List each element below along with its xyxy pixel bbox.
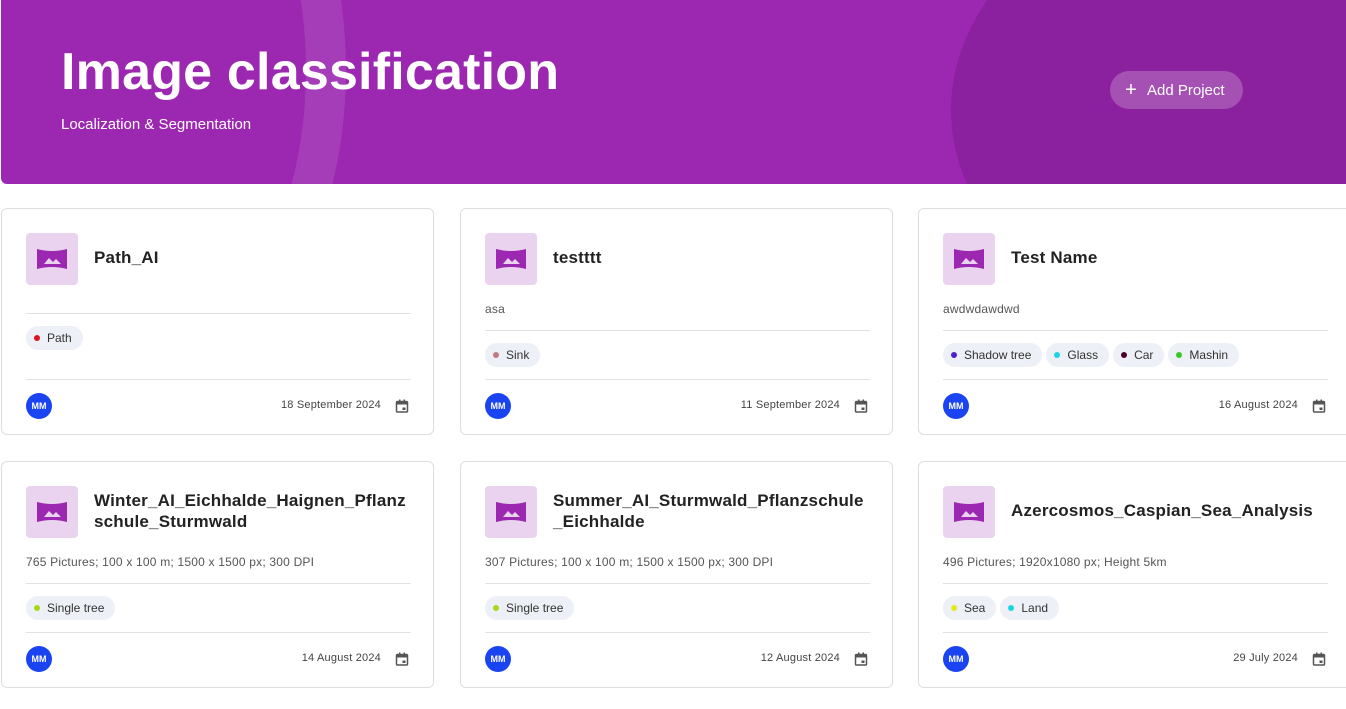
project-description: 765 Pictures; 100 x 100 m; 1500 x 1500 p… bbox=[26, 555, 315, 569]
calendar-icon[interactable] bbox=[395, 399, 409, 413]
tag-color-dot bbox=[493, 605, 499, 611]
calendar-icon[interactable] bbox=[1312, 399, 1326, 413]
project-title[interactable]: testttt bbox=[553, 247, 873, 268]
tag-label: Shadow tree bbox=[964, 348, 1032, 362]
add-project-button[interactable]: + Add Project bbox=[1110, 71, 1243, 109]
tag-chip[interactable]: Car bbox=[1113, 343, 1165, 367]
project-date: 14 August 2024 bbox=[301, 652, 381, 664]
project-card[interactable]: testttt asa Sink MM 11 September 2024 bbox=[460, 208, 893, 435]
project-date: 16 August 2024 bbox=[1218, 399, 1298, 411]
tag-color-dot bbox=[493, 352, 499, 358]
card-divider bbox=[943, 583, 1328, 584]
card-divider bbox=[26, 379, 411, 380]
tag-chip[interactable]: Land bbox=[1000, 596, 1060, 620]
calendar-icon[interactable] bbox=[854, 652, 868, 666]
avatar[interactable]: MM bbox=[26, 646, 52, 672]
image-icon bbox=[485, 486, 537, 538]
tag-color-dot bbox=[1054, 352, 1061, 358]
tag-color-dot bbox=[951, 352, 957, 358]
project-date: 29 July 2024 bbox=[1233, 652, 1298, 664]
project-description: awdwdawdwd bbox=[943, 302, 1020, 316]
project-card[interactable]: Summer_AI_Sturmwald_Pflanzschule_Eichhal… bbox=[460, 461, 893, 688]
card-divider bbox=[26, 583, 411, 584]
avatar[interactable]: MM bbox=[943, 393, 969, 419]
project-card[interactable]: Winter_AI_Eichhalde_Haignen_Pflanzschule… bbox=[1, 461, 434, 688]
project-date: 18 September 2024 bbox=[280, 399, 381, 411]
tag-label: Car bbox=[1134, 348, 1154, 362]
project-title[interactable]: Summer_AI_Sturmwald_Pflanzschule_Eichhal… bbox=[553, 490, 873, 532]
tag-color-dot bbox=[34, 605, 40, 611]
tag-label: Sea bbox=[964, 601, 986, 615]
tag-color-dot bbox=[1121, 352, 1128, 358]
tag-chip[interactable]: Shadow tree bbox=[943, 343, 1043, 367]
page-header: Image classification Localization & Segm… bbox=[1, 0, 1346, 184]
project-title[interactable]: Azercosmos_Caspian_Sea_Analysis bbox=[1011, 500, 1331, 521]
tag-label: Single tree bbox=[506, 601, 564, 615]
card-divider bbox=[943, 330, 1328, 331]
card-divider bbox=[485, 330, 870, 331]
project-title[interactable]: Path_AI bbox=[94, 247, 414, 268]
tag-label: Sink bbox=[506, 348, 530, 362]
calendar-icon[interactable] bbox=[854, 399, 868, 413]
card-divider bbox=[26, 632, 411, 633]
tag-label: Glass bbox=[1067, 348, 1099, 362]
avatar[interactable]: MM bbox=[943, 646, 969, 672]
plus-icon: + bbox=[1125, 79, 1137, 101]
tag-chip[interactable]: Path bbox=[26, 326, 83, 350]
tag-color-dot bbox=[34, 335, 40, 341]
card-divider bbox=[943, 632, 1328, 633]
tag-chip[interactable]: Sink bbox=[485, 343, 541, 367]
project-title[interactable]: Winter_AI_Eichhalde_Haignen_Pflanzschule… bbox=[94, 490, 414, 532]
tag-list: Sink bbox=[485, 343, 541, 367]
card-divider bbox=[485, 583, 870, 584]
tag-chip[interactable]: Single tree bbox=[485, 596, 575, 620]
tag-color-dot bbox=[951, 605, 957, 611]
tag-list: Path bbox=[26, 326, 83, 350]
tag-list: Sea Land bbox=[943, 596, 1060, 620]
card-divider bbox=[485, 379, 870, 380]
tag-chip[interactable]: Single tree bbox=[26, 596, 116, 620]
tag-label: Path bbox=[47, 331, 72, 345]
project-card[interactable]: Azercosmos_Caspian_Sea_Analysis 496 Pict… bbox=[918, 461, 1346, 688]
card-divider bbox=[943, 379, 1328, 380]
avatar[interactable]: MM bbox=[485, 646, 511, 672]
avatar[interactable]: MM bbox=[26, 393, 52, 419]
page-title: Image classification bbox=[61, 43, 560, 101]
project-description: 496 Pictures; 1920x1080 px; Height 5km bbox=[943, 555, 1167, 569]
page-subtitle: Localization & Segmentation bbox=[61, 116, 252, 133]
project-description: asa bbox=[485, 302, 505, 316]
image-icon bbox=[485, 233, 537, 285]
project-description: 307 Pictures; 100 x 100 m; 1500 x 1500 p… bbox=[485, 555, 774, 569]
tag-label: Mashin bbox=[1189, 348, 1229, 362]
project-date: 12 August 2024 bbox=[760, 652, 840, 664]
image-icon bbox=[26, 233, 78, 285]
card-divider bbox=[26, 313, 411, 314]
project-card[interactable]: Path_AI Path MM 18 September 2024 bbox=[1, 208, 434, 435]
card-divider bbox=[485, 632, 870, 633]
tag-label: Single tree bbox=[47, 601, 105, 615]
tag-chip[interactable]: Mashin bbox=[1168, 343, 1240, 367]
project-card[interactable]: Test Name awdwdawdwd Shadow tree Glass C… bbox=[918, 208, 1346, 435]
tag-list: Shadow tree Glass Car Mashin bbox=[943, 343, 1240, 367]
project-title[interactable]: Test Name bbox=[1011, 247, 1331, 268]
image-icon bbox=[943, 233, 995, 285]
project-date: 11 September 2024 bbox=[740, 399, 840, 411]
tag-label: Land bbox=[1021, 601, 1049, 615]
tag-chip[interactable]: Sea bbox=[943, 596, 997, 620]
calendar-icon[interactable] bbox=[1312, 652, 1326, 666]
tag-chip[interactable]: Glass bbox=[1046, 343, 1110, 367]
calendar-icon[interactable] bbox=[395, 652, 409, 666]
image-icon bbox=[943, 486, 995, 538]
tag-color-dot bbox=[1008, 605, 1015, 611]
image-icon bbox=[26, 486, 78, 538]
tag-list: Single tree bbox=[26, 596, 116, 620]
add-project-label: Add Project bbox=[1147, 81, 1225, 99]
avatar[interactable]: MM bbox=[485, 393, 511, 419]
tag-color-dot bbox=[1176, 352, 1183, 358]
tag-list: Single tree bbox=[485, 596, 575, 620]
